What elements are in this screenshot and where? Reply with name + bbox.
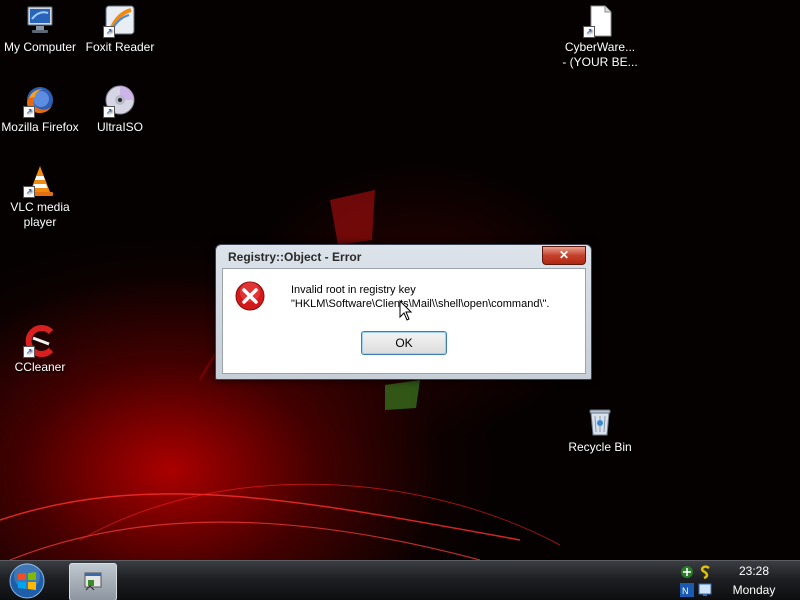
shortcut-arrow-icon: ↗ [103,106,115,118]
shortcut-arrow-icon: ↗ [23,106,35,118]
app-window-icon [84,572,102,591]
desktop-icon-cyberware[interactable]: ↗ CyberWare... - (YOUR BE... [558,4,642,70]
dialog-titlebar[interactable]: Registry::Object - Error ✕ [216,245,591,267]
error-message-line1: Invalid root in registry key [291,284,416,296]
mouse-cursor-icon [399,300,413,321]
foxit-reader-icon: ↗ [103,4,137,38]
vlc-cone-icon: ↗ [23,164,57,198]
ccleaner-icon: ↗ [23,324,57,358]
desktop[interactable]: My Computer ↗ Foxit Reader ↗ CyberWare..… [0,0,800,600]
document-icon: ↗ [583,4,617,38]
desktop-icon-recycle-bin[interactable]: Recycle Bin [558,404,642,455]
desktop-icon-label: CCleaner [14,360,66,374]
taskbar-app-button[interactable] [69,563,117,600]
ultraiso-disc-icon: ↗ [103,84,137,118]
desktop-icon-ultraiso[interactable]: ↗ UltraISO [78,84,162,135]
desktop-icon-vlc[interactable]: ↗ VLC media player [0,164,82,230]
svg-text:N: N [682,586,689,596]
language-tray-icon[interactable]: N [680,583,694,597]
shortcut-arrow-icon: ↗ [103,26,115,38]
desktop-icon-firefox[interactable]: ↗ Mozilla Firefox [0,84,82,135]
ok-button[interactable]: OK [361,331,447,355]
desktop-icon-my-computer[interactable]: My Computer [0,4,82,55]
desktop-icon-label: Foxit Reader [85,40,155,54]
desktop-icon-foxit-reader[interactable]: ↗ Foxit Reader [78,4,162,55]
desktop-icon-label: VLC media player [10,200,70,229]
shortcut-arrow-icon: ↗ [583,26,595,38]
shortcut-arrow-icon: ↗ [23,346,35,358]
computer-icon [23,4,57,38]
recycle-bin-icon [583,404,617,438]
firefox-icon: ↗ [23,84,57,118]
close-button[interactable]: ✕ [542,246,586,265]
taskbar: N 23:28 Monday [0,560,800,600]
system-tray: N [678,563,718,599]
dialog-title: Registry::Object - Error [228,250,362,264]
display-tray-icon[interactable] [698,583,712,597]
taskbar-clock[interactable]: 23:28 Monday [724,561,784,600]
clock-time: 23:28 [738,564,770,578]
error-message-line2: "HKLM\Software\Clients\Mail\\shell\open\… [291,298,550,310]
desktop-icon-label: UltraISO [96,120,143,134]
clock-day: Monday [732,583,776,597]
start-button[interactable] [6,562,48,600]
s-app-tray-icon[interactable] [698,565,712,579]
desktop-icon-ccleaner[interactable]: ↗ CCleaner [0,324,82,375]
error-message: Invalid root in registry key "HKLM\Softw… [291,283,549,311]
desktop-icon-label: Recycle Bin [568,440,632,454]
shortcut-arrow-icon: ↗ [23,186,35,198]
desktop-icon-label: CyberWare... - (YOUR BE... [562,40,638,69]
error-icon [235,281,265,311]
desktop-icon-label: Mozilla Firefox [1,120,79,134]
desktop-icon-label: My Computer [3,40,77,54]
network-tray-icon[interactable] [680,565,694,579]
